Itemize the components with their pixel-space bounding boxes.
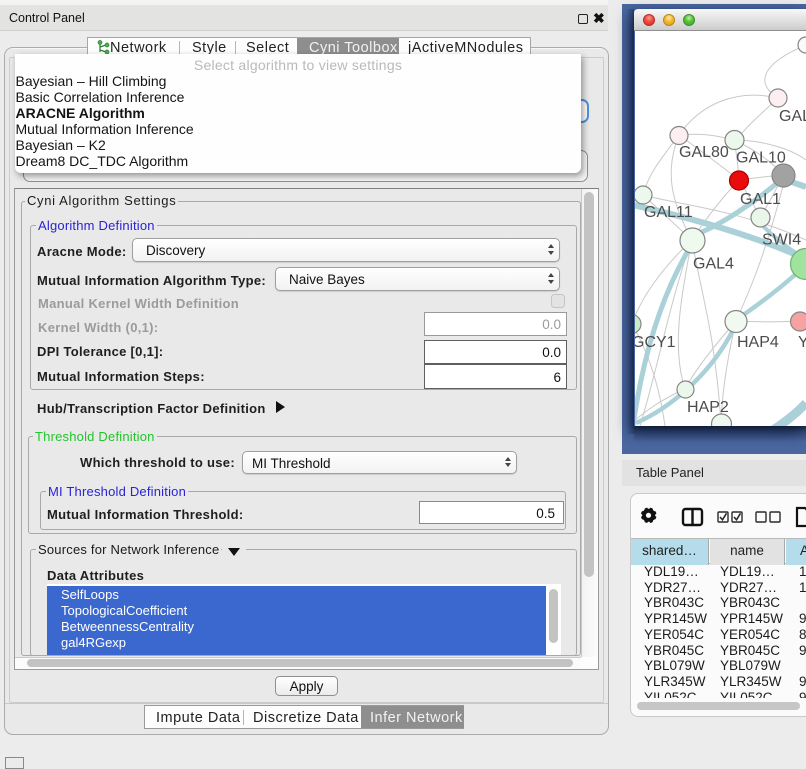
svg-text:GAL7: GAL7 [779, 108, 806, 125]
svg-text:GAL1: GAL1 [740, 191, 781, 208]
svg-text:HAP4: HAP4 [737, 334, 779, 351]
svg-text:GAL80: GAL80 [679, 144, 729, 161]
svg-text:GAL10: GAL10 [736, 150, 786, 167]
svg-text:Y: Y [798, 334, 806, 351]
svg-text:SWI4: SWI4 [762, 232, 801, 249]
svg-text:HAP2: HAP2 [687, 399, 729, 416]
svg-text:GCY1: GCY1 [635, 334, 676, 351]
svg-text:GAL4: GAL4 [693, 256, 734, 273]
svg-text:GAL11: GAL11 [644, 204, 693, 221]
